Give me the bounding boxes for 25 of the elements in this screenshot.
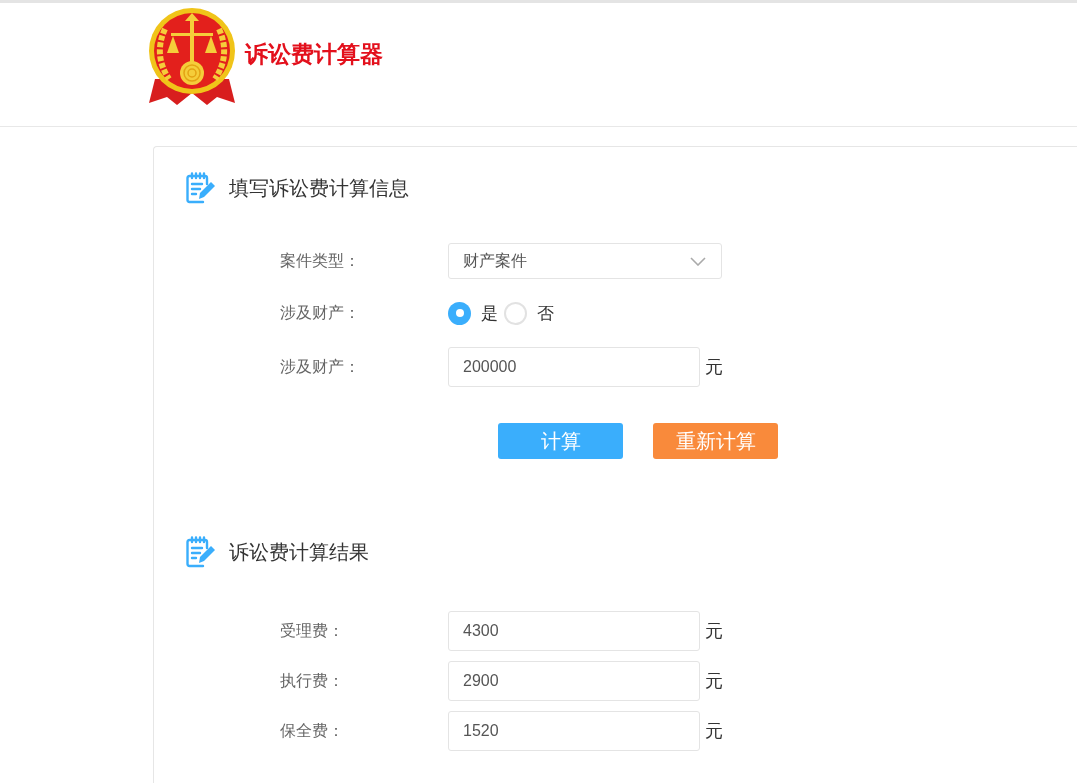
unit-label: 元	[705, 670, 723, 693]
section-title: 填写诉讼费计算信息	[229, 176, 409, 201]
logo-text: 诉讼费计算器	[245, 40, 383, 68]
notepad-pencil-icon	[186, 172, 216, 204]
unit-label: 元	[705, 720, 723, 743]
amount-input[interactable]: 200000	[448, 347, 700, 387]
field-label: 案件类型：	[280, 250, 361, 271]
unit-label: 元	[705, 356, 723, 379]
section-title: 诉讼费计算结果	[229, 540, 369, 565]
notepad-pencil-icon	[186, 536, 216, 568]
amount-input[interactable]: 2900	[448, 661, 700, 701]
amount-input[interactable]: 1520	[448, 711, 700, 751]
field-label: 执行费：	[280, 670, 345, 691]
unit-label: 元	[705, 620, 723, 643]
field-label: 受理费：	[280, 620, 345, 641]
field-label: 涉及财产：	[280, 302, 361, 323]
dropdown-select[interactable]: 财产案件	[448, 243, 722, 279]
radio-option-label[interactable]: 是	[481, 301, 498, 325]
field-label: 涉及财产：	[280, 356, 361, 377]
amount-input[interactable]: 4300	[448, 611, 700, 651]
chevron-down-icon	[690, 256, 706, 266]
radio-button[interactable]	[448, 301, 471, 325]
field-label: 保全费：	[280, 720, 345, 741]
radio-option-label[interactable]: 否	[537, 301, 554, 325]
radio-button[interactable]	[504, 301, 527, 325]
